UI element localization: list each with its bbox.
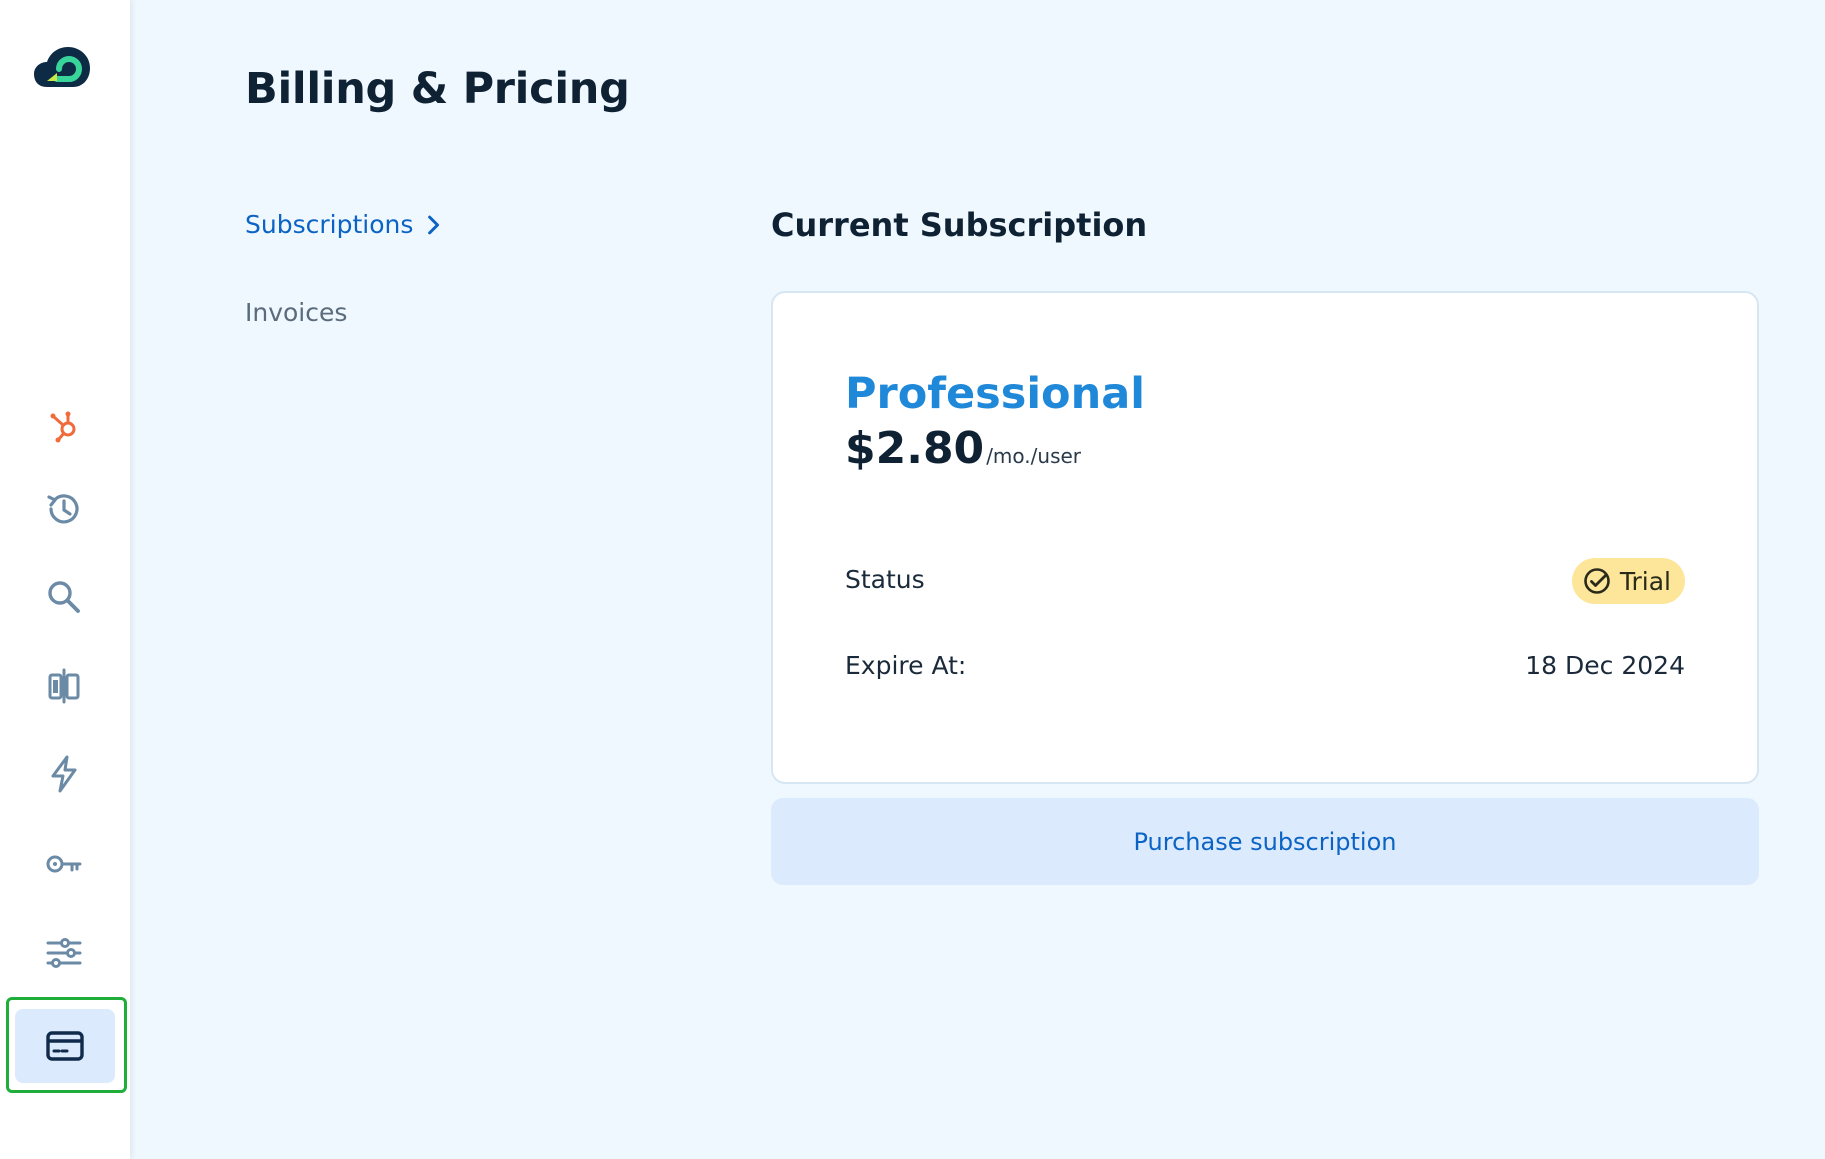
status-badge: Trial [1571,558,1685,604]
status-label: Status [845,565,925,594]
chevron-right-icon [428,215,440,234]
plan-price: $2.80 [845,423,985,474]
purchase-subscription-button[interactable]: Purchase subscription [771,798,1759,885]
expire-date: 18 Dec 2024 [1525,651,1685,680]
subscription-card: Professional $2.80 /mo./user Status Tria… [771,291,1759,784]
credit-card-icon [46,1031,84,1061]
search-icon[interactable] [40,573,88,621]
subnav-invoices-link[interactable]: Invoices [245,298,347,327]
history-icon[interactable] [40,485,88,533]
hubspot-icon[interactable] [40,402,88,450]
subnav-subscriptions-link[interactable]: Subscriptions [245,210,441,239]
status-badge-text: Trial [1619,566,1671,596]
check-circle-icon [1584,568,1610,594]
price-row: $2.80 /mo./user [845,423,1081,474]
lightning-icon[interactable] [40,750,88,798]
expire-label: Expire At: [845,651,967,680]
icon-sidebar [0,0,130,1159]
billing-nav-button[interactable] [15,1009,115,1083]
page-title: Billing & Pricing [245,64,630,114]
app-logo-icon[interactable] [33,43,95,89]
settings-sliders-icon[interactable] [40,929,88,977]
section-title: Current Subscription [771,206,1148,244]
subnav-subscriptions-label: Subscriptions [245,210,414,239]
plan-name: Professional [845,369,1145,419]
compare-icon[interactable] [40,662,88,710]
price-unit: /mo./user [986,444,1082,468]
key-icon[interactable] [40,840,88,888]
